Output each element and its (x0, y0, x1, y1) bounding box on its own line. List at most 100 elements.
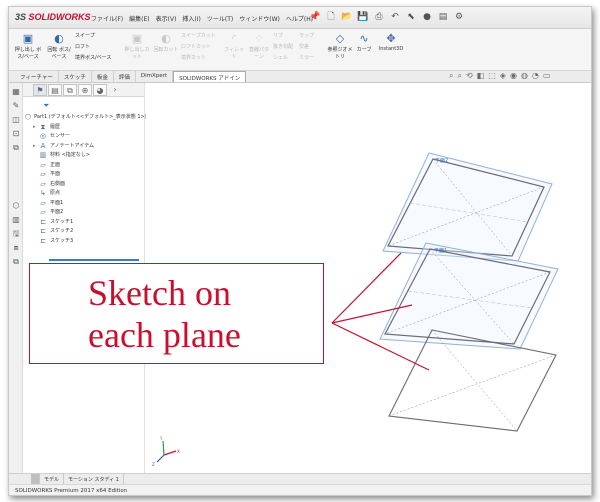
tree-node[interactable]: ▱ 平面 (25, 170, 145, 180)
view-settings-icon[interactable]: ▭ (543, 71, 551, 81)
revolved-cut-icon: ◐ (161, 32, 171, 45)
revolved-cut-button[interactable]: ◐ 回転カット (153, 32, 179, 54)
menu-edit[interactable]: 編集(E) (129, 14, 149, 23)
feature-manager-tab-icon[interactable]: ⚑ (33, 84, 47, 96)
dimxpert-manager-tab-icon[interactable]: ⊕ (78, 84, 92, 96)
triad-x-label: X (177, 449, 180, 454)
grid-icon[interactable]: ▦ (11, 87, 21, 97)
sketch-tool-icon[interactable]: ✎ (11, 101, 21, 111)
filter-icon[interactable]: ⏷ (43, 101, 49, 111)
options-icon[interactable]: ⚙ (453, 11, 465, 23)
extruded-boss-button[interactable]: ▣ 押し出し ボス/ベース (13, 32, 43, 61)
intersect-button[interactable]: 交差 (299, 43, 321, 50)
property-manager-tab-icon[interactable]: ▤ (48, 84, 62, 96)
menu-insert[interactable]: 挿入(I) (182, 14, 200, 23)
linear-pattern-button[interactable]: ⁘ 直線パターン (247, 33, 271, 61)
tree-node[interactable]: ▱ 右側面 (25, 180, 145, 190)
zoom-to-fit-icon[interactable]: ⌕ (449, 71, 453, 81)
dimension-icon[interactable]: ◫ (11, 115, 21, 125)
reference-geometry-button[interactable]: ◇ 参照ジオメトリ (327, 33, 353, 61)
save-icon[interactable]: 💾 (357, 11, 369, 23)
tab-model[interactable]: モデル (40, 474, 65, 484)
tab-solidworks-addins[interactable]: SOLIDWORKS アドイン (173, 71, 247, 82)
tree-node[interactable]: ▱ 平面1 (25, 199, 145, 209)
view-triad[interactable]: X Y Z (152, 436, 180, 467)
new-document-icon[interactable]: 🗋 (325, 11, 337, 23)
tab-dimxpert[interactable]: DimXpert (136, 71, 174, 82)
rib-button[interactable]: リブ (273, 32, 295, 39)
mirror-button[interactable]: ミラー (299, 54, 321, 61)
panel-expand-icon[interactable]: › (108, 84, 122, 96)
swept-cut-button[interactable]: スイープカット (181, 32, 219, 39)
status-bar: SOLIDWORKS Premium 2017 x64 Edition (9, 484, 591, 495)
tab-motion-study[interactable]: モーション スタディ 1 (64, 474, 124, 484)
origin-icon: ↳ (40, 189, 46, 197)
menu-file[interactable]: ファイル(F) (91, 14, 123, 23)
pin-icon[interactable]: 📌 (309, 11, 321, 23)
tree-node[interactable]: ⊏ スケッチ2 (25, 227, 145, 237)
curves-button[interactable]: ∿ カーブ (355, 33, 373, 54)
save-view-icon[interactable]: 🖫 (11, 229, 21, 239)
tree-node[interactable]: ◎ センサー (25, 132, 145, 142)
print-icon[interactable]: ⎙ (373, 11, 385, 23)
rebuild-icon[interactable]: ● (421, 11, 433, 23)
plane-1[interactable]: 平面1 (379, 242, 559, 350)
tree-node[interactable]: ↳ 原点 (25, 189, 145, 199)
callout-text: Sketch on each plane (88, 272, 308, 356)
section-view-icon[interactable]: ◧ (477, 71, 485, 81)
menu-tools[interactable]: ツール(T) (207, 14, 233, 23)
tree-node[interactable]: ▱ 正面 (25, 161, 145, 171)
select-icon[interactable]: ⬉ (405, 11, 417, 23)
palette-icon[interactable]: ⧉ (11, 257, 21, 267)
wrap-button[interactable]: ラップ (299, 32, 321, 39)
library-icon[interactable]: ▥ (11, 215, 21, 225)
tab-evaluate[interactable]: 評価 (114, 71, 136, 82)
tab-sketch[interactable]: スケッチ (59, 71, 92, 82)
revolved-boss-button[interactable]: ◐ 回転 ボス/ベース (45, 32, 73, 61)
tab-sheet-metal[interactable]: 板金 (92, 71, 114, 82)
scene-icon[interactable]: ◔ (532, 71, 539, 81)
extrude-icon: ▣ (22, 32, 34, 45)
display-style-icon[interactable]: ◈ (500, 71, 506, 81)
view-orientation-icon[interactable]: ⬚ (488, 71, 496, 81)
plane-2[interactable]: 平面2 (382, 152, 553, 262)
edit-appearance-icon[interactable]: ◍ (521, 71, 528, 81)
configuration-manager-tab-icon[interactable]: ⧉ (63, 84, 77, 96)
plane-icon: ▱ (40, 160, 46, 169)
part-icon[interactable]: ⬡ (11, 201, 21, 211)
fillet-button[interactable]: ◜ フィレット (223, 33, 245, 61)
relation-icon[interactable]: ⊡ (11, 129, 21, 139)
tree-node[interactable]: ▥ 材料 <指定なし> (25, 151, 145, 161)
previous-view-icon[interactable]: ⟲ (466, 71, 473, 81)
menu-view[interactable]: 表示(V) (156, 14, 177, 23)
undo-icon[interactable]: ↶ (389, 11, 401, 23)
lofted-cut-button[interactable]: ロフトカット (181, 43, 219, 50)
tree-node[interactable]: ⬡ Part1 (デフォルト<<デフォルト>_表示状態 1>) (25, 113, 147, 123)
tab-features[interactable]: フィーチャー (15, 71, 59, 82)
boundary-cut-button[interactable]: 境界カット (181, 54, 219, 61)
rollback-bar[interactable] (49, 259, 139, 261)
boundary-boss-button[interactable]: 境界ボス/ベース (75, 54, 119, 61)
tree-node[interactable]: ▸ ⧗ 履歴 (25, 123, 145, 133)
instant3d-button[interactable]: ✥ Instant3D (375, 33, 407, 53)
lofted-boss-button[interactable]: ロフト (75, 43, 105, 50)
menu-window[interactable]: ウィンドウ(W) (239, 14, 280, 23)
revolve-icon: ◐ (54, 32, 64, 45)
swept-boss-button[interactable]: スイープ (75, 32, 105, 39)
draft-button[interactable]: 抜き勾配 (273, 43, 295, 50)
tree-node[interactable]: ▸ A アノテートアイテム (25, 142, 145, 152)
tree-node[interactable]: ▱ 平面2 (25, 208, 145, 218)
extruded-cut-button[interactable]: ▣ 押し出しカット (123, 33, 151, 61)
layers-icon[interactable]: ⧈ (11, 243, 21, 253)
tree-node[interactable]: ⊏ スケッチ1 (25, 218, 145, 228)
tree-node[interactable]: ⊏ スケッチ3 (25, 237, 145, 247)
zoom-area-icon[interactable]: ⌕ (457, 71, 461, 81)
plane-icon: ▱ (40, 208, 46, 216)
tab-blank[interactable] (31, 474, 40, 484)
open-icon[interactable]: 📂 (341, 11, 353, 23)
copy-icon[interactable]: ⧉ (11, 143, 21, 153)
file-properties-icon[interactable]: ▤ (437, 11, 449, 23)
shell-button[interactable]: シェル (273, 54, 295, 61)
display-manager-tab-icon[interactable]: ◕ (93, 84, 107, 96)
hide-show-icon[interactable]: ◉ (510, 71, 517, 81)
